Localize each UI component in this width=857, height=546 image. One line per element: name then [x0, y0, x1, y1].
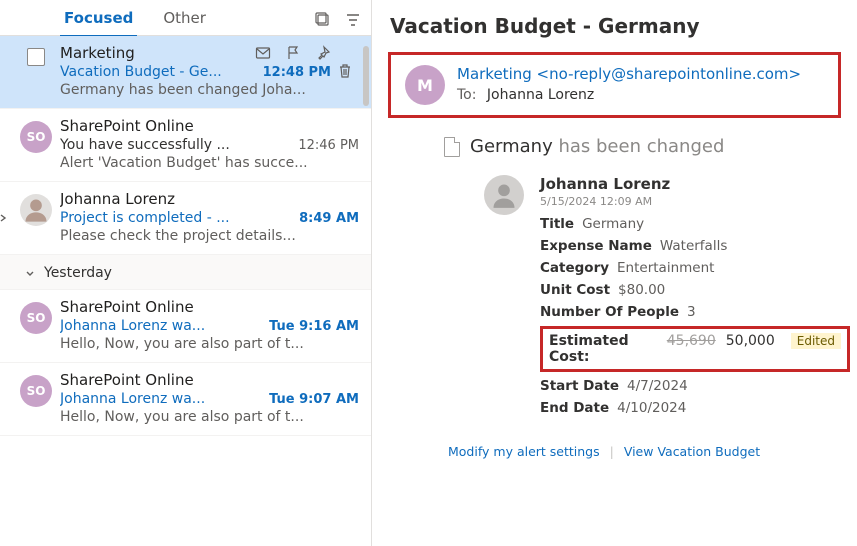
filter-icon[interactable]: [345, 12, 361, 28]
flag-icon[interactable]: [285, 45, 301, 61]
from-email: <no-reply@sharepointonline.com>: [537, 65, 802, 83]
message-subject: Johanna Lorenz wa...: [60, 318, 261, 334]
message-subject: Project is completed - ...: [60, 210, 291, 226]
message-header-card: M Marketing <no-reply@sharepointonline.c…: [388, 52, 841, 118]
message-preview: Germany has been changed Joha...: [60, 82, 331, 98]
message-preview: Hello, Now, you are also part of t...: [60, 409, 359, 425]
message-sender: Johanna Lorenz: [60, 190, 359, 208]
avatar: SO: [20, 375, 52, 407]
message-item[interactable]: SO SharePoint Online You have successful…: [0, 109, 371, 182]
thread-expand-icon[interactable]: [0, 213, 8, 223]
from-line[interactable]: Marketing <no-reply@sharepointonline.com…: [457, 65, 801, 83]
field-label-expense: Expense Name: [540, 238, 652, 254]
message-item[interactable]: Johanna Lorenz Project is completed - ..…: [0, 182, 371, 255]
to-name: Johanna Lorenz: [487, 87, 594, 103]
to-label: To:: [457, 87, 476, 103]
reading-title: Vacation Budget - Germany: [390, 14, 841, 38]
person-avatar: [484, 175, 524, 215]
message-subject: Vacation Budget - Ge...: [60, 64, 255, 80]
field-label-estcost: Estimated Cost:: [549, 333, 653, 365]
message-sender: Marketing: [60, 44, 249, 62]
doc-name: Germany: [470, 136, 553, 157]
field-value-unitcost: $80.00: [618, 282, 665, 298]
message-item[interactable]: SO SharePoint Online Johanna Lorenz wa..…: [0, 290, 371, 363]
document-icon: [444, 137, 460, 157]
field-label-category: Category: [540, 260, 609, 276]
field-label-title: Title: [540, 216, 574, 232]
message-preview: Please check the project details...: [60, 228, 359, 244]
avatar: SO: [20, 302, 52, 334]
modify-alert-link[interactable]: Modify my alert settings: [448, 444, 600, 459]
doc-title-row: Germany has been changed: [444, 136, 841, 157]
field-label-end: End Date: [540, 400, 609, 416]
sender-avatar: M: [405, 65, 445, 105]
date-section-label: Yesterday: [44, 265, 112, 281]
message-preview: Alert 'Vacation Budget' has succe...: [60, 155, 359, 171]
message-sender: SharePoint Online: [60, 117, 359, 135]
to-line: To: Johanna Lorenz: [457, 87, 801, 103]
tab-focused[interactable]: Focused: [60, 3, 137, 37]
field-value-people: 3: [687, 304, 696, 320]
message-item[interactable]: SO SharePoint Online Johanna Lorenz wa..…: [0, 363, 371, 436]
field-value-title: Germany: [582, 216, 644, 232]
reading-pane: Vacation Budget - Germany M Marketing <n…: [372, 0, 857, 546]
message-subject: You have successfully ...: [60, 137, 290, 153]
estcost-old: 45,690: [667, 333, 716, 349]
delete-icon[interactable]: [337, 63, 353, 79]
message-sender: SharePoint Online: [60, 298, 359, 316]
view-item-link[interactable]: View Vacation Budget: [624, 444, 760, 459]
mark-read-icon[interactable]: [255, 45, 271, 61]
field-value-expense: Waterfalls: [660, 238, 727, 254]
estcost-new: 50,000: [726, 333, 775, 349]
field-value-start: 4/7/2024: [627, 378, 688, 394]
chevron-down-icon: [24, 267, 36, 279]
multiselect-icon[interactable]: [315, 12, 331, 28]
avatar: SO: [20, 121, 52, 153]
inbox-tabs: Focused Other: [0, 0, 371, 36]
field-label-start: Start Date: [540, 378, 619, 394]
message-time: 8:49 AM: [299, 211, 359, 226]
message-time: Tue 9:16 AM: [269, 319, 359, 334]
avatar: [20, 194, 52, 226]
footer-separator: |: [610, 444, 614, 459]
scrollbar[interactable]: [363, 46, 369, 106]
pin-icon[interactable]: [315, 45, 331, 61]
message-time: 12:46 PM: [298, 138, 359, 153]
alert-footer-links: Modify my alert settings | View Vacation…: [448, 444, 841, 459]
tab-other[interactable]: Other: [159, 3, 210, 37]
message-sender: SharePoint Online: [60, 371, 359, 389]
message-subject: Johanna Lorenz wa...: [60, 391, 261, 407]
message-time: Tue 9:07 AM: [269, 392, 359, 407]
edited-badge: Edited: [791, 333, 841, 349]
message-list: Marketing Vacation Budget - Ge... 12:48 …: [0, 36, 371, 546]
message-time: 12:48 PM: [263, 65, 331, 80]
message-preview: Hello, Now, you are also part of t...: [60, 336, 359, 352]
doc-changed-text: has been changed: [558, 136, 724, 157]
change-block: Johanna Lorenz 5/15/2024 12:09 AM Title G…: [484, 175, 841, 422]
change-timestamp: 5/15/2024 12:09 AM: [540, 195, 841, 208]
field-value-end: 4/10/2024: [617, 400, 686, 416]
field-label-people: Number Of People: [540, 304, 679, 320]
date-section-header[interactable]: Yesterday: [0, 255, 371, 290]
from-name: Marketing: [457, 65, 532, 83]
estimated-cost-row: Estimated Cost: 45,690 50,000 Edited: [540, 326, 850, 372]
message-item[interactable]: Marketing Vacation Budget - Ge... 12:48 …: [0, 36, 371, 109]
message-list-pane: Focused Other Marketing: [0, 0, 372, 546]
change-author: Johanna Lorenz: [540, 175, 841, 193]
field-label-unitcost: Unit Cost: [540, 282, 610, 298]
field-value-category: Entertainment: [617, 260, 714, 276]
select-checkbox[interactable]: [27, 48, 45, 66]
